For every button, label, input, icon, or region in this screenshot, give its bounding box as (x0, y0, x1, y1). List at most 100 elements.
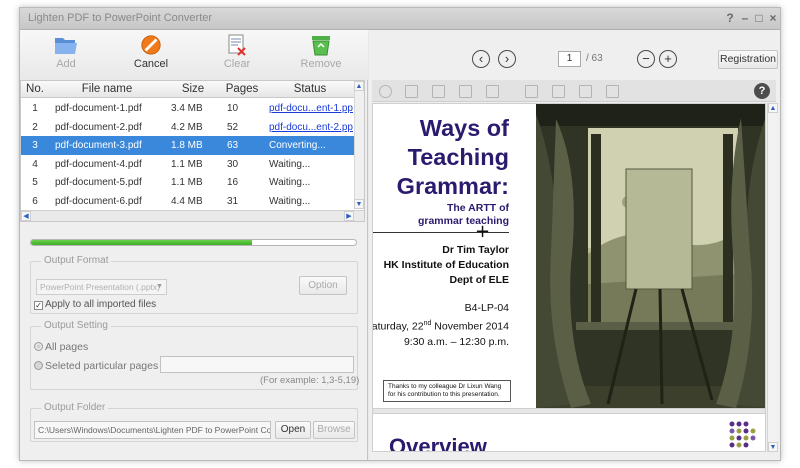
progress-fill (31, 240, 252, 245)
author-line: HK Institute of Education (383, 259, 509, 271)
browse-button[interactable]: Browse (313, 421, 355, 439)
zoom-out-button[interactable]: − (637, 50, 655, 68)
cell-no: 6 (32, 195, 38, 207)
grid-view-icon[interactable] (405, 85, 418, 98)
selected-pages-radio[interactable]: Seleted particular pages (34, 360, 158, 372)
scroll-left-arrow-icon[interactable]: ◀ (21, 211, 31, 221)
page-delete-icon[interactable] (459, 85, 472, 98)
minimize-button[interactable]: – (738, 11, 752, 25)
all-pages-radio[interactable]: All pages (34, 341, 88, 353)
cell-status[interactable]: pdf-docu...ent-2.pptx (269, 122, 353, 133)
remove-label: Remove (300, 58, 342, 70)
scroll-down-arrow-icon[interactable]: ▼ (354, 199, 364, 209)
cell-pages: 63 (227, 140, 239, 151)
selected-pages-label: Seleted particular pages (45, 360, 159, 372)
output-folder-path-input[interactable]: C:\Users\Windows\Documents\Lighten PDF t… (34, 421, 271, 439)
cell-status[interactable]: pdf-docu...ent-1.pptx (269, 103, 353, 114)
close-button[interactable]: × (766, 11, 780, 25)
cell-size: 1.1 MB (171, 177, 203, 188)
slide-title-line: Teaching (407, 144, 509, 170)
chevron-left-icon: ‹ (478, 51, 484, 66)
table-row[interactable]: 4 pdf-document-4.pdf 1.1 MB 30 Waiting... (21, 155, 357, 174)
column-header-pages[interactable]: Pages (221, 83, 263, 95)
scroll-up-arrow-icon[interactable]: ▲ (768, 103, 778, 113)
table-row[interactable]: 2 pdf-document-2.pdf 4.2 MB 52 pdf-docu...en… (21, 118, 357, 137)
table-horizontal-scrollbar[interactable]: ◀ ▶ (21, 210, 364, 221)
help-window-button[interactable]: ? (723, 11, 737, 25)
column-header-no[interactable]: No. (21, 83, 49, 95)
cell-status: Waiting... (269, 195, 311, 207)
cell-no: 5 (32, 177, 38, 188)
cell-size: 3.4 MB (171, 103, 203, 114)
page-number-input[interactable]: 1 (558, 51, 581, 67)
toolbar: Add Cancel Clear Remove (20, 30, 368, 80)
slide-page: Ways of Teaching Grammar: The ARTT of gr… (373, 104, 765, 408)
add-button[interactable]: Add (36, 34, 96, 70)
cell-pages: 30 (227, 158, 239, 170)
scroll-right-arrow-icon[interactable]: ▶ (344, 211, 354, 221)
column-layout-icon[interactable] (525, 85, 538, 98)
output-setting-group: Output Setting All pages Seleted particu… (30, 320, 359, 390)
session-time: 9:30 a.m. – 12:30 p.m. (403, 335, 509, 348)
cell-no: 3 (32, 140, 38, 151)
scroll-down-arrow-icon[interactable]: ▼ (768, 442, 778, 452)
cell-status: Waiting... (269, 158, 311, 170)
registration-button[interactable]: Registration (718, 50, 778, 69)
zoom-in-button[interactable]: + (659, 50, 677, 68)
window-title: Lighten PDF to PowerPoint Converter (28, 12, 213, 24)
cell-name: pdf-document-6.pdf (55, 195, 142, 207)
preview-vertical-scrollbar[interactable]: ▲ ▼ (767, 103, 778, 452)
cell-size: 4.4 MB (171, 195, 203, 207)
file-table: No. File name Size Pages Status 1 pdf-doc… (20, 80, 365, 222)
page-range-input[interactable] (160, 356, 354, 373)
left-panel: Add Cancel Clear Remove No. File name Si… (20, 30, 368, 460)
table-row[interactable]: 5 pdf-document-5.pdf 1.1 MB 16 Waiting... (21, 173, 357, 192)
previous-page-button[interactable]: ‹ (472, 50, 490, 68)
slide-subtitle: The ARTT of grammar teaching (418, 202, 509, 228)
page-settings-icon[interactable] (552, 85, 565, 98)
recycle-bin-icon (312, 36, 330, 56)
table-row[interactable]: 1 pdf-document-1.pdf 3.4 MB 10 pdf-docu...en… (21, 99, 357, 118)
maximize-button[interactable]: □ (752, 11, 766, 25)
image-view-icon[interactable] (432, 85, 445, 98)
output-format-value: PowerPoint Presentation (.pptx) (40, 282, 161, 292)
open-folder-button[interactable]: Open (275, 421, 311, 439)
title-bar: Lighten PDF to PowerPoint Converter ? – … (20, 8, 780, 30)
cell-pages: 10 (227, 103, 239, 114)
slide-session-info: B4-LP-04 Saturday, 22nd November 2014 9:… (373, 301, 509, 350)
apply-all-checkbox[interactable]: ✓ Apply to all imported files (34, 299, 156, 310)
eye-view-icon[interactable] (379, 85, 392, 98)
column-header-size[interactable]: Size (165, 83, 221, 95)
crosshair-cursor-icon: + (475, 221, 491, 242)
remove-button[interactable]: Remove (291, 34, 351, 70)
table-layout-icon[interactable] (606, 85, 619, 98)
acknowledgement-box: Thanks to my colleague Dr Lixun Wang for… (383, 380, 511, 402)
cell-no: 1 (32, 103, 38, 114)
table-vertical-scrollbar[interactable]: ▲ ▼ (354, 81, 364, 209)
session-date: Saturday, 22nd November 2014 (373, 316, 509, 335)
add-label: Add (56, 58, 76, 70)
help-icon[interactable]: ? (754, 83, 770, 99)
cell-name: pdf-document-1.pdf (55, 103, 142, 114)
clear-list-icon (228, 34, 246, 56)
document-preview[interactable]: Ways of Teaching Grammar: The ARTT of gr… (372, 103, 766, 452)
conversion-progress-bar (30, 239, 357, 246)
table-row[interactable]: 3 pdf-document-3.pdf 1.8 MB 63 Converting... (21, 136, 357, 155)
clear-button[interactable]: Clear (207, 34, 267, 70)
column-header-file-name[interactable]: File name (49, 83, 165, 95)
output-format-select[interactable]: PowerPoint Presentation (.pptx) ▼ (36, 279, 167, 295)
cancel-button[interactable]: Cancel (121, 34, 181, 70)
table-row[interactable]: 6 pdf-document-6.pdf 4.4 MB 31 Waiting... (21, 192, 357, 211)
checkbox-check-icon: ✓ (34, 301, 43, 310)
output-format-group: Output Format PowerPoint Presentation (.… (30, 255, 358, 314)
header-layout-icon[interactable] (486, 85, 499, 98)
cell-size: 1.1 MB (171, 158, 203, 170)
cell-pages: 52 (227, 121, 239, 133)
next-page-button[interactable]: › (498, 50, 516, 68)
radio-icon (34, 342, 43, 351)
option-button[interactable]: Option (299, 276, 347, 295)
scroll-up-arrow-icon[interactable]: ▲ (354, 81, 364, 91)
column-header-status[interactable]: Status (263, 83, 357, 95)
cell-name: pdf-document-5.pdf (55, 177, 142, 188)
page-fit-icon[interactable] (579, 85, 592, 98)
